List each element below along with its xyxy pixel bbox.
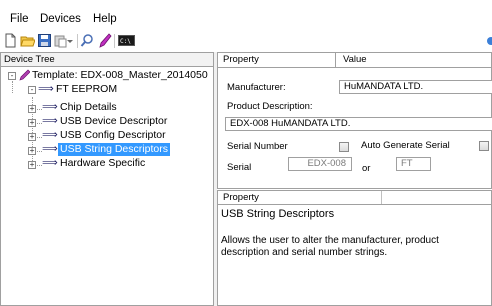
eeprom-arrow-icon: ⟹ [38, 83, 54, 95]
node-arrow-icon: ⟹ [42, 143, 58, 155]
description-text: Allows the user to alter the manufacture… [221, 235, 439, 258]
tree-guide [12, 81, 13, 93]
program-icon[interactable] [97, 33, 112, 48]
product-description-field[interactable]: EDX-008 HuMANDATA LTD. [225, 117, 492, 131]
property-grid-header: Property Value [218, 53, 491, 68]
collapse-toggle-icon[interactable]: - [28, 86, 36, 94]
toolbar-separator [77, 34, 78, 48]
expand-toggle-icon[interactable]: + [28, 161, 36, 169]
node-arrow-icon: ⟹ [42, 101, 58, 113]
expand-toggle-icon[interactable]: + [28, 147, 36, 155]
menu-help[interactable]: Help [93, 13, 117, 25]
collapse-toggle-icon[interactable]: - [8, 72, 16, 80]
device-tree-panel: Device Tree - Template: EDX-008_Master_2… [0, 52, 214, 306]
svg-text:C:\: C:\ [120, 38, 131, 45]
description-header-separator [381, 191, 382, 204]
save-icon[interactable] [37, 33, 52, 48]
expand-toggle-icon[interactable]: + [28, 119, 36, 127]
product-description-label: Product Description: [227, 101, 313, 112]
node-arrow-icon: ⟹ [42, 157, 58, 169]
template-pen-icon [18, 69, 31, 81]
menu-devices[interactable]: Devices [40, 13, 81, 25]
serial-prefix-field[interactable]: EDX-008 [288, 157, 352, 171]
description-title: USB String Descriptors [221, 208, 335, 220]
toolbar: C:\ [0, 30, 492, 52]
open-folder-icon[interactable] [20, 33, 36, 48]
console-icon[interactable]: C:\ [118, 33, 135, 48]
menu-file[interactable]: File [10, 13, 29, 25]
expand-toggle-icon[interactable]: + [28, 133, 36, 141]
serial-number-checkbox[interactable] [339, 142, 349, 152]
description-panel: Property USB String Descriptors Allows t… [217, 190, 492, 306]
tree-item-template[interactable]: Template: EDX-008_Master_2014050 [32, 69, 208, 82]
serial-number-label: Serial Number [227, 141, 288, 152]
property-grid: Property Value Manufacturer: HuMANDATA L… [217, 52, 492, 189]
tree-item-hardware-specific[interactable]: Hardware Specific [60, 157, 145, 170]
new-file-icon[interactable] [3, 33, 18, 48]
node-arrow-icon: ⟹ [42, 129, 58, 141]
serial-suffix-field[interactable]: FT [396, 157, 431, 171]
auto-generate-serial-checkbox[interactable] [479, 141, 489, 151]
tree-item-chip-details[interactable]: Chip Details [60, 101, 117, 114]
or-label: or [362, 163, 371, 174]
column-property[interactable]: Property [218, 53, 259, 67]
tree-item-usb-config-descriptor[interactable]: USB Config Descriptor [60, 129, 166, 142]
tree-item-usb-device-descriptor[interactable]: USB Device Descriptor [60, 115, 167, 128]
column-value[interactable]: Value [338, 53, 367, 67]
tree-item-usb-string-descriptors[interactable]: USB String Descriptors [58, 143, 170, 156]
manufacturer-label: Manufacturer: [227, 82, 286, 93]
search-icon[interactable] [80, 33, 95, 48]
manufacturer-field[interactable]: HuMANDATA LTD. [339, 80, 492, 94]
description-header: Property [218, 191, 491, 205]
serial-label: Serial [227, 162, 252, 173]
menu-bar: File Devices Help [0, 0, 492, 30]
device-tree-header: Device Tree [1, 53, 213, 67]
tree-item-ft-eeprom[interactable]: FT EEPROM [56, 83, 117, 96]
globe-icon [486, 33, 492, 48]
expand-toggle-icon[interactable]: + [28, 105, 36, 113]
column-separator[interactable] [335, 53, 336, 67]
dropdown-icon[interactable] [66, 33, 74, 48]
node-arrow-icon: ⟹ [42, 115, 58, 127]
auto-generate-serial-label: Auto Generate Serial [361, 140, 450, 151]
toolbar-separator [114, 34, 115, 48]
